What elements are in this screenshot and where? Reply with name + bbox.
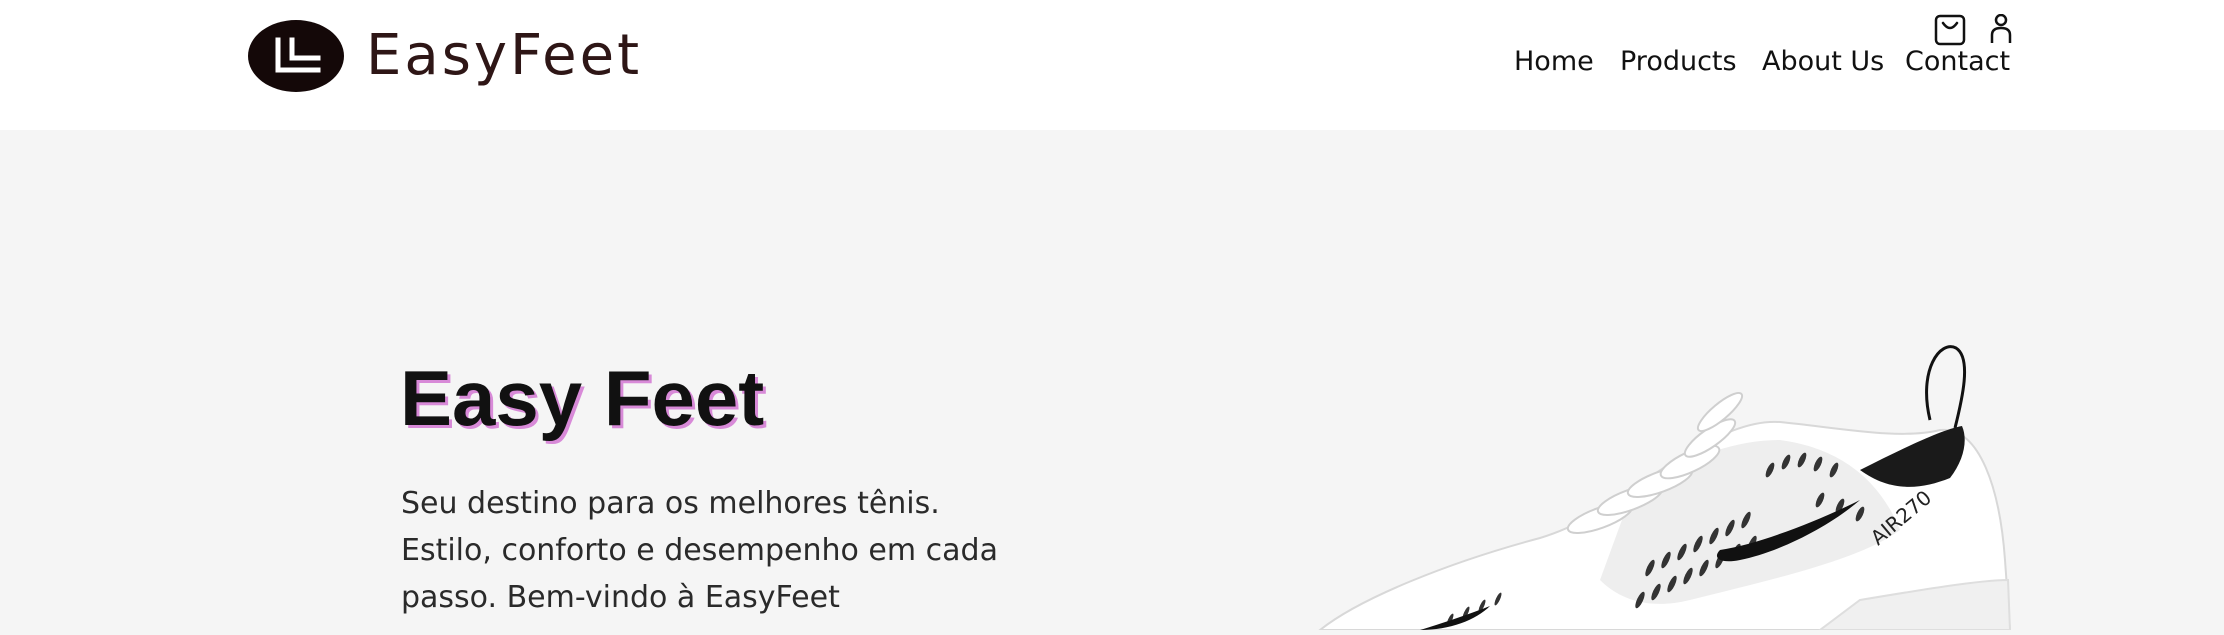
hero-title: Easy Feet [400,354,765,442]
site-header: EasyFeet Home Products About Us Contact [0,0,2224,130]
nav-contact-link[interactable]: Contact [1905,44,2010,80]
brand-name[interactable]: EasyFeet [366,24,642,88]
sneaker-image: AIR270 [1300,330,2060,635]
nav-about-us-link[interactable]: About Us [1762,44,1884,80]
nav-products-link[interactable]: Products [1620,44,1737,80]
brand-logo-icon[interactable] [248,20,344,92]
hero-description: Seu destino para os melhores tênis. Esti… [401,486,998,615]
nav-home-link[interactable]: Home [1514,44,1594,80]
